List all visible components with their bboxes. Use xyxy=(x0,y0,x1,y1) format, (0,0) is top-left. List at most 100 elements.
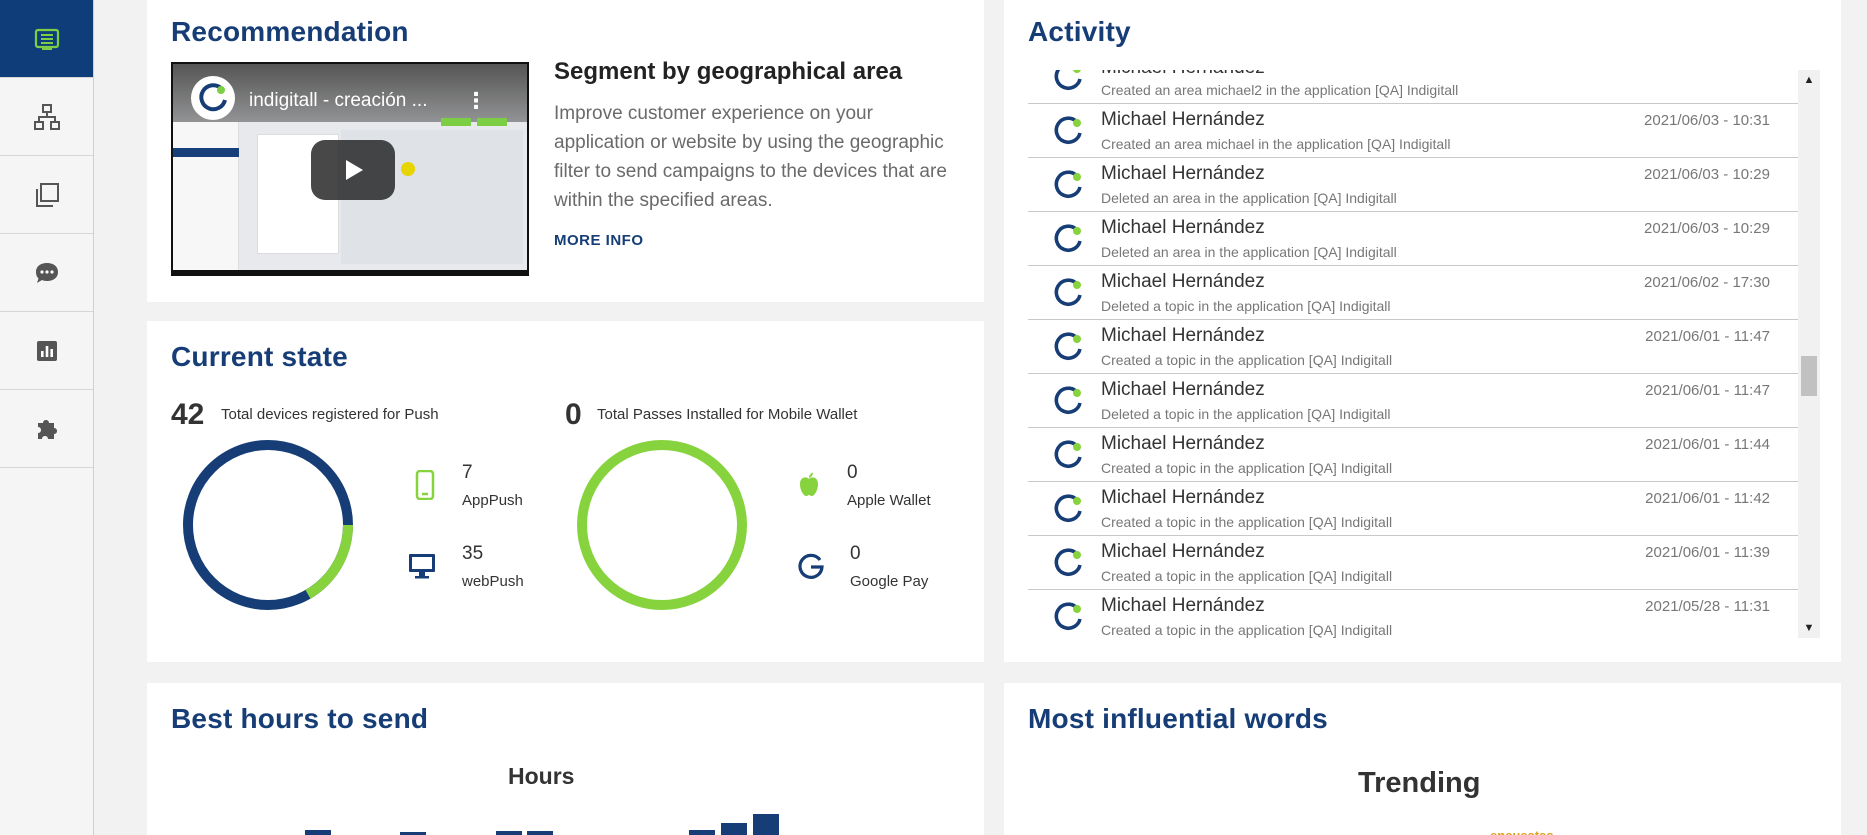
chat-icon xyxy=(35,262,58,283)
current-state-card: Current state 42 Total devices registere… xyxy=(147,321,984,662)
activity-timestamp: 2021/06/01 - 11:47 xyxy=(1645,328,1770,345)
trending-chart-title: Trending xyxy=(1358,767,1481,799)
google-pay-label: Google Pay xyxy=(850,573,929,590)
activity-user: Michael Hernández xyxy=(1101,541,1265,562)
scroll-thumb[interactable] xyxy=(1801,356,1817,396)
activity-description: Created an area michael2 in the applicat… xyxy=(1101,82,1459,98)
hours-bar xyxy=(496,831,522,835)
trending-word: encuestas xyxy=(1490,828,1554,835)
web-push-label: webPush xyxy=(462,573,524,590)
activity-description: Created a topic in the application [QA] … xyxy=(1101,622,1393,638)
video-thumbnail-sidebar xyxy=(173,122,239,270)
activity-timestamp: 2021/06/03 - 10:29 xyxy=(1644,220,1770,237)
sidebar-item-dashboard[interactable] xyxy=(0,0,93,78)
activity-timestamp: 2021/05/28 - 11:31 xyxy=(1645,598,1770,615)
sidebar-item-copies[interactable] xyxy=(0,156,93,234)
scroll-down-arrow-icon[interactable]: ▼ xyxy=(1798,618,1820,638)
sitemap-icon xyxy=(33,103,60,130)
activity-row: Michael Hernández Deleted an area in the… xyxy=(1028,212,1802,266)
activity-user: Michael Hernández xyxy=(1101,325,1265,346)
indigitall-logo-icon xyxy=(1054,494,1082,522)
activity-description: Created a topic in the application [QA] … xyxy=(1101,352,1393,368)
indigitall-logo-icon xyxy=(1054,70,1082,90)
hours-bar xyxy=(305,830,331,835)
sidebar-item-network[interactable] xyxy=(0,78,93,156)
apple-wallet-label: Apple Wallet xyxy=(847,492,931,509)
activity-list[interactable]: Michael Hernández Created an area michae… xyxy=(1028,70,1802,638)
activity-row: Michael Hernández Created an area michae… xyxy=(1028,70,1802,104)
google-pay-value: 0 xyxy=(850,543,861,564)
activity-user: Michael Hernández xyxy=(1101,109,1265,130)
google-icon xyxy=(795,550,827,582)
activity-row: Michael Hernández Deleted a topic in the… xyxy=(1028,374,1802,428)
activity-description: Deleted an area in the application [QA] … xyxy=(1101,190,1397,206)
activity-timestamp: 2021/06/01 - 11:42 xyxy=(1645,490,1770,507)
activity-row: Michael Hernández Deleted a topic in the… xyxy=(1028,266,1802,320)
activity-user: Michael Hernández xyxy=(1101,163,1265,184)
influential-words-title: Most influential words xyxy=(1028,703,1328,734)
activity-row: Michael Hernández Created a topic in the… xyxy=(1028,320,1802,374)
video-player[interactable]: indigitall - creación ... ⋮ xyxy=(171,62,529,276)
hours-bar xyxy=(689,830,715,835)
activity-description: Created an area michael in the applicati… xyxy=(1101,136,1451,152)
activity-scrollbar[interactable]: ▲ ▼ xyxy=(1798,70,1820,638)
chart-icon xyxy=(36,340,57,361)
sidebar-item-plugins[interactable] xyxy=(0,390,93,468)
copy-icon xyxy=(35,182,59,207)
recommendation-card: Recommendation indigitall - creación ...… xyxy=(147,0,984,302)
activity-row: Michael Hernández Deleted an area in the… xyxy=(1028,158,1802,212)
activity-timestamp: 2021/06/02 - 17:30 xyxy=(1644,274,1770,291)
puzzle-icon xyxy=(37,419,57,439)
hours-bar xyxy=(527,831,553,835)
indigitall-logo-icon xyxy=(1054,440,1082,468)
recommendation-title: Recommendation xyxy=(171,16,409,47)
more-options-icon[interactable]: ⋮ xyxy=(465,88,487,114)
activity-user: Michael Hernández xyxy=(1101,379,1265,400)
app-push-label: AppPush xyxy=(462,492,523,509)
list-icon xyxy=(34,28,59,50)
recommendation-heading: Segment by geographical area xyxy=(554,58,903,85)
activity-timestamp: 2021/06/03 - 10:29 xyxy=(1644,166,1770,183)
mobile-phone-icon xyxy=(409,469,441,501)
apple-icon xyxy=(793,469,825,501)
wallet-donut-chart xyxy=(577,440,747,610)
influential-words-card: Most influential words Trending encuesta… xyxy=(1004,683,1841,835)
activity-row: Michael Hernández Created an area michae… xyxy=(1028,104,1802,158)
activity-row: Michael Hernández Created a topic in the… xyxy=(1028,590,1802,638)
best-hours-card: Best hours to send Hours xyxy=(147,683,984,835)
sidebar xyxy=(0,0,94,835)
activity-user: Michael Hernández xyxy=(1101,595,1265,616)
sidebar-item-messages[interactable] xyxy=(0,234,93,312)
activity-row: Michael Hernández Created a topic in the… xyxy=(1028,482,1802,536)
wallet-total-value: 0 xyxy=(565,398,582,431)
map-marker-icon xyxy=(401,162,415,176)
activity-description: Deleted an area in the application [QA] … xyxy=(1101,244,1397,260)
indigitall-logo-icon xyxy=(1054,602,1082,630)
indigitall-logo-icon xyxy=(1054,548,1082,576)
wallet-donut-ring xyxy=(577,440,747,610)
push-donut-chart xyxy=(183,440,353,610)
activity-timestamp: 2021/06/01 - 11:44 xyxy=(1645,436,1770,453)
activity-user: Michael Hernández xyxy=(1101,70,1265,79)
indigitall-logo-icon xyxy=(1054,386,1082,414)
activity-description: Created a topic in the application [QA] … xyxy=(1101,514,1393,530)
activity-user: Michael Hernández xyxy=(1101,433,1265,454)
sidebar-item-stats[interactable] xyxy=(0,312,93,390)
scroll-up-arrow-icon[interactable]: ▲ xyxy=(1798,70,1820,90)
push-total-value: 42 xyxy=(171,398,205,431)
recommendation-description: Improve customer experience on your appl… xyxy=(554,103,947,211)
push-total-label: Total devices registered for Push xyxy=(221,406,439,423)
desktop-monitor-icon xyxy=(406,550,438,582)
indigitall-logo-icon xyxy=(1054,278,1082,306)
apple-wallet-value: 0 xyxy=(847,462,858,483)
activity-row: Michael Hernández Created a topic in the… xyxy=(1028,536,1802,590)
activity-row: Michael Hernández Created a topic in the… xyxy=(1028,428,1802,482)
app-push-value: 7 xyxy=(462,462,473,483)
activity-timestamp: 2021/06/03 - 10:31 xyxy=(1644,112,1770,129)
video-title: indigitall - creación ... xyxy=(249,90,428,111)
activity-title: Activity xyxy=(1028,16,1131,47)
play-button[interactable] xyxy=(311,140,395,200)
activity-user: Michael Hernández xyxy=(1101,271,1265,292)
more-info-link[interactable]: MORE INFO xyxy=(554,232,644,249)
video-thumbnail-button xyxy=(441,118,471,126)
